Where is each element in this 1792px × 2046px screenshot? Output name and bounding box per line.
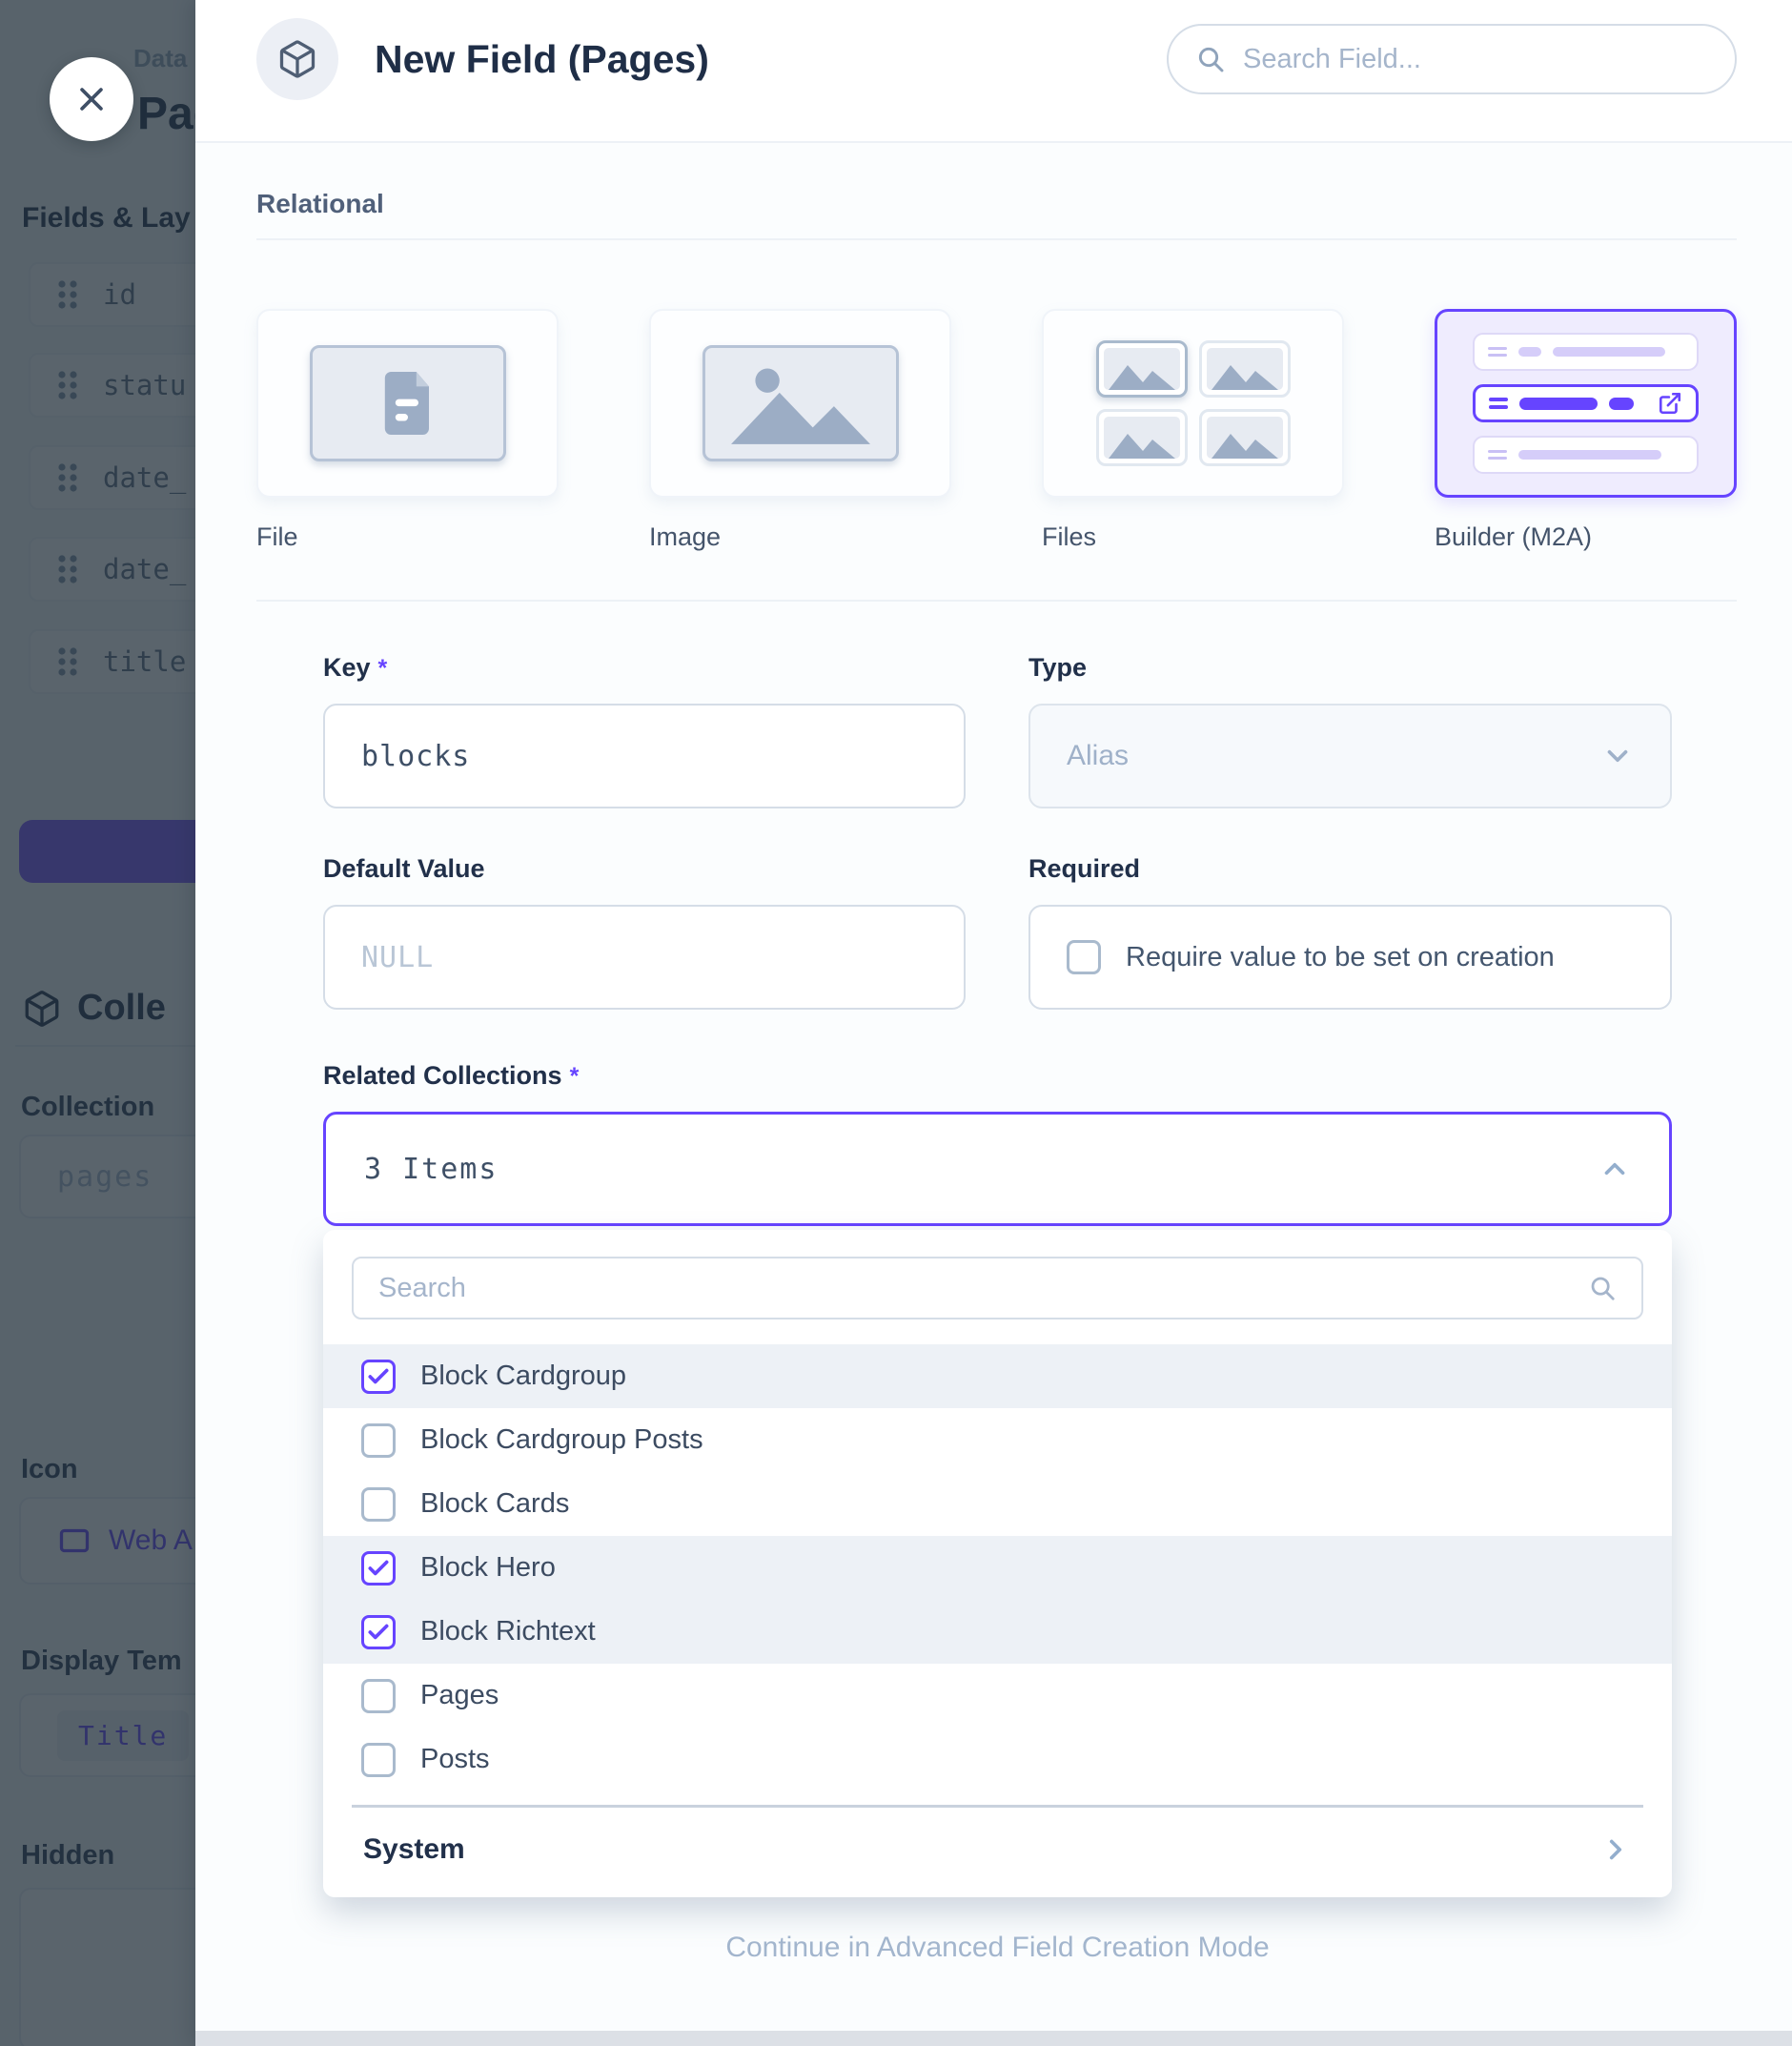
- option-posts[interactable]: Posts: [323, 1728, 1672, 1791]
- checkbox[interactable]: [361, 1423, 396, 1458]
- option-block-cards[interactable]: Block Cards: [323, 1472, 1672, 1536]
- required-label: Required: [1028, 854, 1672, 884]
- search-icon: [1588, 1274, 1617, 1302]
- type-select[interactable]: Alias: [1028, 704, 1672, 808]
- type-card-file[interactable]: [256, 309, 559, 498]
- drawer-header: New Field (Pages) Search Field...: [195, 0, 1792, 143]
- checkbox[interactable]: [361, 1743, 396, 1777]
- file-icon: [382, 372, 434, 435]
- default-value-input[interactable]: NULL: [323, 905, 966, 1010]
- type-value: Alias: [1067, 740, 1129, 772]
- external-link-icon: [1658, 391, 1682, 416]
- mountains-icon: [1210, 356, 1280, 390]
- related-collections-dropdown: Search Block Cardgroup Block Cardgroup: [323, 1230, 1672, 1897]
- required-field-box: Require value to be set on creation: [1028, 905, 1672, 1010]
- footer-strip: [195, 2031, 1792, 2046]
- type-card-label: File: [256, 522, 298, 552]
- check-icon: [366, 1364, 391, 1389]
- option-pages[interactable]: Pages: [323, 1664, 1672, 1728]
- type-card-image[interactable]: [649, 309, 951, 498]
- section-label-relational: Relational: [256, 189, 1737, 219]
- thumbnail: [1096, 340, 1188, 398]
- type-card-label: Files: [1042, 522, 1096, 552]
- key-input[interactable]: blocks: [323, 704, 966, 808]
- related-collections-select[interactable]: 3 Items: [323, 1112, 1672, 1226]
- type-card-label: Builder (M2A): [1435, 522, 1592, 552]
- mountains-icon: [1107, 424, 1177, 459]
- search-icon: [1195, 44, 1226, 74]
- chevron-up-icon: [1599, 1153, 1631, 1185]
- key-value: blocks: [361, 740, 470, 773]
- modal-overlay[interactable]: [0, 0, 195, 2046]
- check-icon: [366, 1556, 391, 1581]
- advanced-mode-link[interactable]: Continue in Advanced Field Creation Mode: [323, 1932, 1672, 1964]
- related-collections-value: 3 Items: [364, 1153, 498, 1186]
- checkbox[interactable]: [361, 1551, 396, 1586]
- option-block-cardgroup[interactable]: Block Cardgroup: [323, 1344, 1672, 1408]
- checkbox[interactable]: [361, 1487, 396, 1522]
- builder-graphic: [1473, 333, 1699, 474]
- check-icon: [366, 1620, 391, 1645]
- collection-options-list: Block Cardgroup Block Cardgroup Posts Bl…: [323, 1344, 1672, 1791]
- key-label: Key*: [323, 653, 966, 683]
- search-placeholder: Search Field...: [1243, 44, 1421, 75]
- app-root: Data Pag Fields & Lay id statu date_ dat…: [0, 0, 1792, 2046]
- close-drawer-button[interactable]: [50, 57, 133, 141]
- checkbox[interactable]: [361, 1615, 396, 1649]
- required-asterisk: *: [570, 1063, 580, 1090]
- required-asterisk: *: [378, 655, 388, 682]
- collection-search-input[interactable]: Search: [352, 1257, 1643, 1320]
- default-value-placeholder: NULL: [361, 941, 434, 974]
- field-type-cards: File Image: [256, 309, 1737, 552]
- box-icon: [276, 38, 318, 80]
- checkbox[interactable]: [361, 1360, 396, 1394]
- divider: [256, 238, 1737, 240]
- mountains-icon: [1210, 424, 1280, 459]
- mountains-icon: [1107, 356, 1177, 390]
- thumbnail: [1096, 409, 1188, 466]
- type-card-files[interactable]: [1042, 309, 1344, 498]
- new-field-drawer: New Field (Pages) Search Field... Relati…: [195, 0, 1792, 2046]
- checkbox[interactable]: [361, 1679, 396, 1713]
- chevron-down-icon: [1601, 740, 1634, 772]
- close-icon: [75, 83, 108, 115]
- default-value-label: Default Value: [323, 854, 966, 884]
- collection-search-placeholder: Search: [378, 1273, 466, 1304]
- required-checkbox[interactable]: [1067, 940, 1101, 974]
- related-collections-label: Related Collections*: [323, 1061, 1672, 1091]
- drawer-icon-circle: [256, 18, 338, 100]
- search-field-input[interactable]: Search Field...: [1167, 24, 1737, 94]
- option-block-cardgroup-posts[interactable]: Block Cardgroup Posts: [323, 1408, 1672, 1472]
- option-block-richtext[interactable]: Block Richtext: [323, 1600, 1672, 1664]
- type-label: Type: [1028, 653, 1672, 683]
- required-checkbox-label: Require value to be set on creation: [1126, 942, 1555, 973]
- type-card-label: Image: [649, 522, 721, 552]
- option-block-hero[interactable]: Block Hero: [323, 1536, 1672, 1600]
- thumbnail: [1199, 340, 1291, 398]
- image-icon: [724, 359, 877, 447]
- system-collections-row[interactable]: System: [323, 1808, 1672, 1892]
- divider: [256, 600, 1737, 602]
- thumbnail: [1199, 409, 1291, 466]
- chevron-right-icon: [1599, 1833, 1632, 1866]
- type-card-builder-m2a[interactable]: [1435, 309, 1737, 498]
- drawer-title: New Field (Pages): [375, 37, 709, 82]
